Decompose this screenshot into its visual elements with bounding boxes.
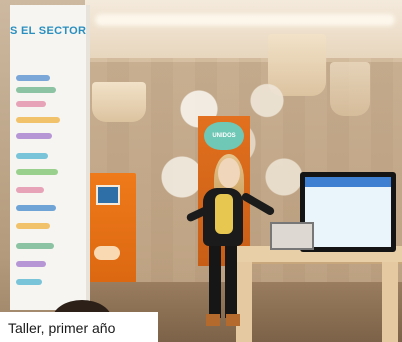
poster-title: S EL SECTOR SH <box>10 25 87 37</box>
poster-line <box>16 133 52 139</box>
kiosk-screen <box>96 185 120 205</box>
poster-line <box>16 223 50 229</box>
ceiling-light <box>95 14 395 26</box>
poster-line <box>16 117 60 123</box>
monitor-header <box>305 177 391 187</box>
ceiling <box>85 0 402 62</box>
laptop <box>270 222 314 250</box>
poster-line <box>16 75 50 81</box>
event-photo: UNIDOS S EL SECTOR SH Taller, primer año <box>0 0 402 342</box>
pendant-lamp <box>330 62 370 116</box>
poster-line <box>16 153 48 159</box>
presenter-legs <box>209 246 237 318</box>
photo-caption: Taller, primer año <box>8 320 116 336</box>
monitor-screen <box>305 177 391 247</box>
poster-line <box>16 279 42 285</box>
poster-line <box>16 205 56 211</box>
kiosk-slot <box>94 246 120 260</box>
poster-line <box>16 169 58 175</box>
wall-poster: S EL SECTOR SH <box>10 5 90 310</box>
poster-line <box>16 187 44 193</box>
poster-line <box>16 101 46 107</box>
table-leg <box>236 262 252 342</box>
presenter-head <box>218 158 240 188</box>
table-leg <box>382 262 398 342</box>
presenter-shirt <box>215 194 233 234</box>
banner-badge: UNIDOS <box>204 122 244 150</box>
presenter-boots <box>206 314 240 326</box>
poster-line <box>16 243 54 249</box>
poster-line <box>16 87 56 93</box>
pendant-lamp <box>92 82 146 122</box>
poster-line <box>16 261 46 267</box>
